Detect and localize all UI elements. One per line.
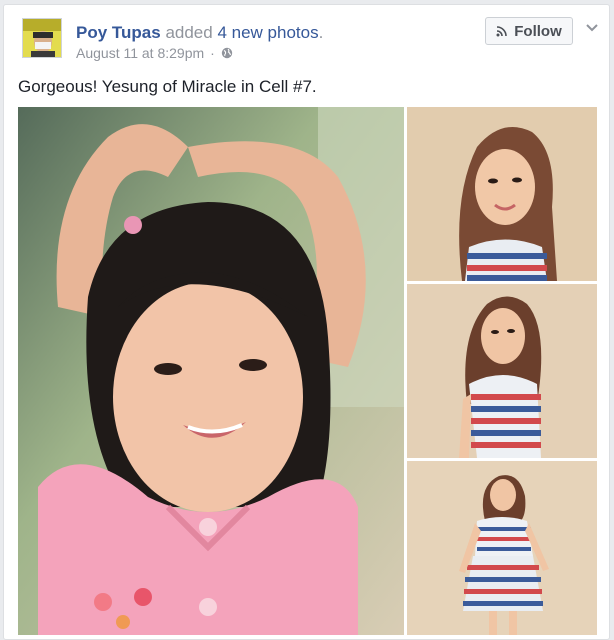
photo-thumbnail-1[interactable] bbox=[407, 107, 597, 281]
photos-link[interactable]: 4 new photos bbox=[217, 23, 318, 42]
post-caption: Gorgeous! Yesung of Miracle in Cell #7. bbox=[18, 77, 317, 96]
post-header-line: Poy Tupas added 4 new photos. bbox=[76, 23, 323, 43]
meta-separator: · bbox=[210, 45, 215, 61]
photo-thumbnail-3-image bbox=[407, 461, 597, 635]
timestamp-link[interactable]: August 11 at 8:29pm bbox=[76, 45, 204, 61]
action-prefix: added bbox=[165, 23, 213, 42]
globe-icon[interactable] bbox=[221, 47, 233, 59]
post-meta: August 11 at 8:29pm · bbox=[76, 45, 233, 61]
photo-thumbnail-1-image bbox=[407, 107, 597, 281]
photo-thumbnail-2-image bbox=[407, 284, 597, 458]
chevron-down-icon[interactable] bbox=[585, 23, 599, 33]
follow-label: Follow bbox=[514, 22, 562, 40]
photo-thumbnail-2[interactable] bbox=[407, 284, 597, 458]
rss-icon bbox=[496, 26, 508, 37]
author-name[interactable]: Poy Tupas bbox=[76, 23, 161, 42]
follow-button[interactable]: Follow bbox=[485, 17, 573, 45]
photo-main[interactable] bbox=[18, 107, 404, 635]
post-card: Poy Tupas added 4 new photos. August 11 … bbox=[3, 4, 610, 640]
photo-main-image bbox=[18, 107, 404, 635]
photo-thumbnail-3[interactable] bbox=[407, 461, 597, 635]
avatar-image bbox=[23, 19, 61, 57]
avatar[interactable] bbox=[22, 18, 62, 58]
action-suffix: . bbox=[318, 23, 324, 42]
